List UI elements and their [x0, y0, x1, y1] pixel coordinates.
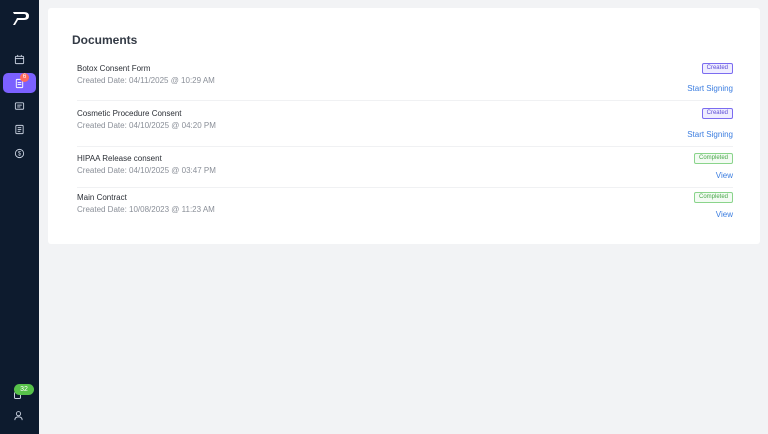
- nav-messages[interactable]: [3, 96, 36, 116]
- nav-calendar[interactable]: [3, 49, 36, 69]
- divider: [77, 146, 733, 147]
- calendar-icon: [14, 54, 25, 64]
- list-icon: [15, 124, 24, 134]
- page-title: Documents: [72, 33, 138, 47]
- document-name: Cosmetic Procedure Consent: [77, 109, 182, 118]
- document-name: Botox Consent Form: [77, 64, 151, 73]
- messages-icon: [14, 101, 25, 110]
- credits-badge[interactable]: 32: [14, 384, 34, 395]
- document-created-date: Created Date: 10/08/2023 @ 11:23 AM: [77, 205, 215, 214]
- start-signing-link[interactable]: Start Signing: [687, 130, 733, 139]
- view-link[interactable]: View: [716, 210, 733, 219]
- status-badge: Completed: [693, 192, 733, 203]
- document-created-date: Created Date: 04/11/2025 @ 10:29 AM: [77, 76, 215, 85]
- nav-documents[interactable]: 6: [3, 73, 36, 93]
- brand-logo[interactable]: [12, 10, 30, 26]
- document-created-date: Created Date: 04/10/2025 @ 04:20 PM: [77, 121, 216, 130]
- documents-card: Documents Botox Consent Form Created Dat…: [48, 8, 760, 244]
- svg-text:$: $: [18, 151, 22, 157]
- divider: [77, 187, 733, 188]
- sidebar: 6 $ 32: [0, 0, 39, 434]
- status-badge: Created: [701, 63, 733, 74]
- documents-badge: 6: [20, 73, 29, 82]
- divider: [77, 100, 733, 101]
- nav-billing[interactable]: $: [3, 143, 36, 163]
- document-name: Main Contract: [77, 193, 127, 202]
- document-created-date: Created Date: 04/10/2025 @ 03:47 PM: [77, 166, 216, 175]
- view-link[interactable]: View: [716, 171, 733, 180]
- start-signing-link[interactable]: Start Signing: [687, 84, 733, 93]
- nav-list[interactable]: [3, 119, 36, 139]
- status-badge: Created: [701, 108, 733, 119]
- document-name: HIPAA Release consent: [77, 154, 162, 163]
- user-icon[interactable]: [13, 410, 24, 421]
- dollar-icon: $: [14, 148, 25, 158]
- status-badge: Completed: [693, 153, 733, 164]
